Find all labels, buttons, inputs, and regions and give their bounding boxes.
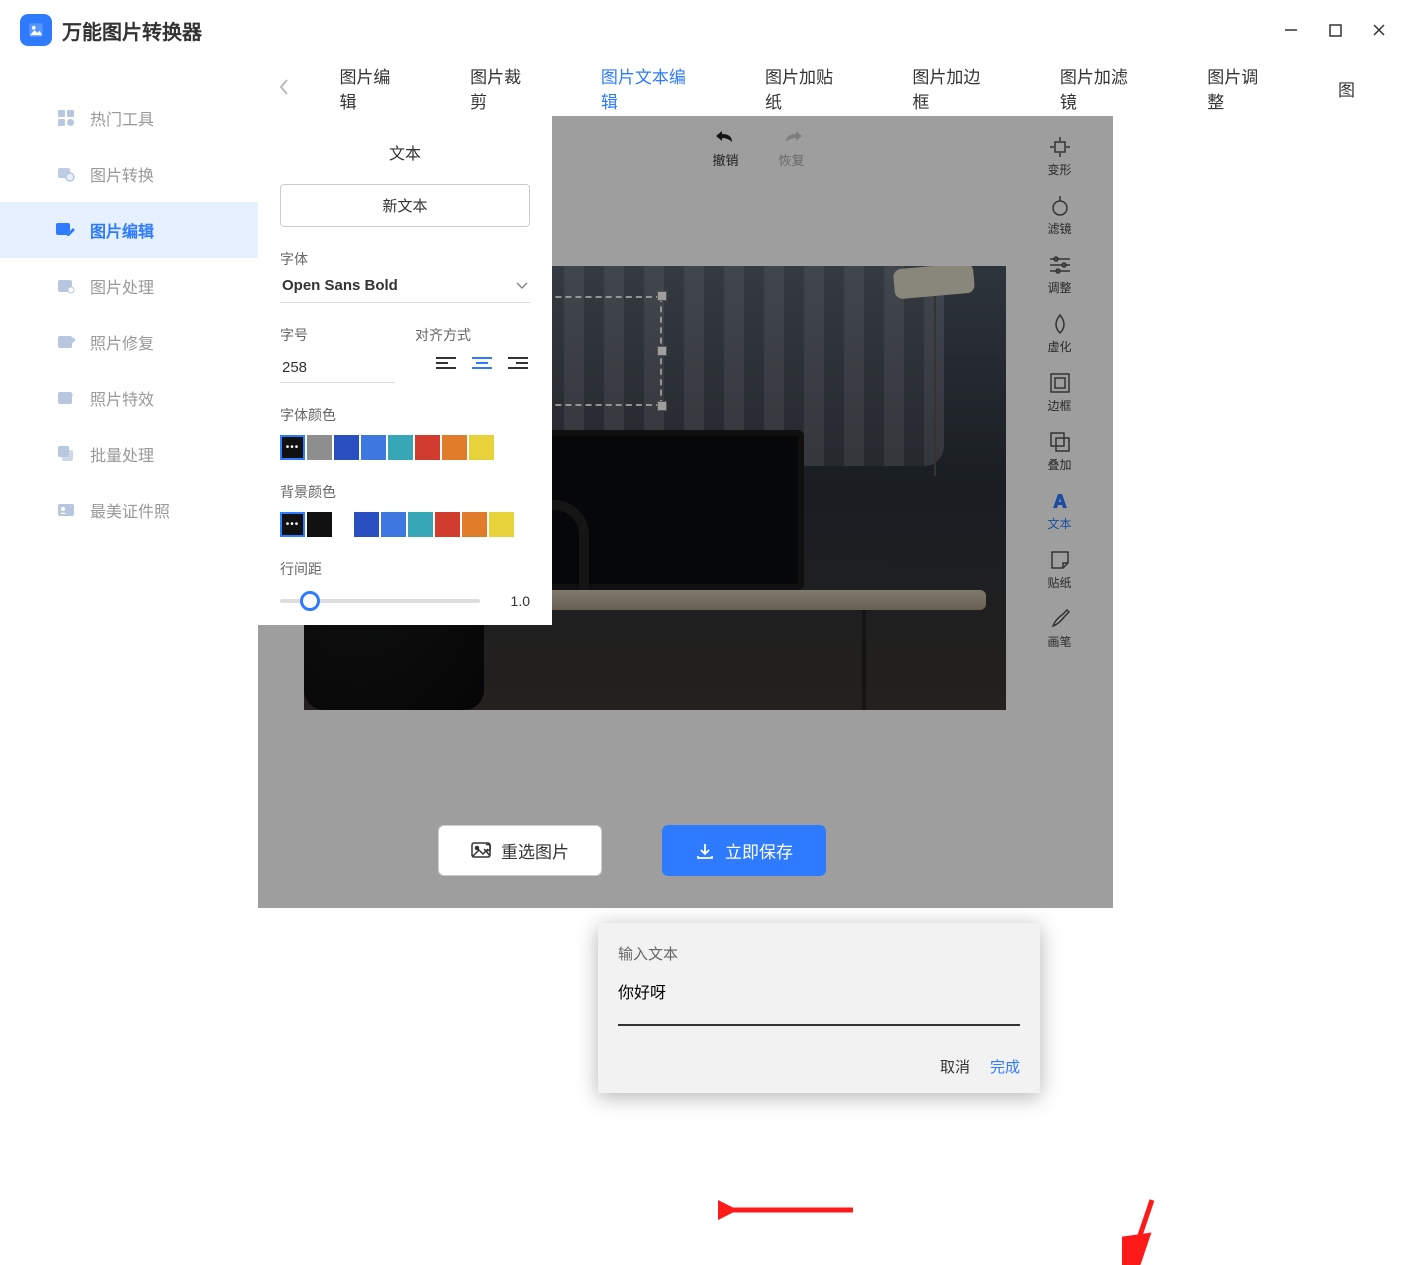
color-swatch[interactable] (469, 435, 494, 460)
sidebar: 热门工具 图片转换 图片编辑 图片处理 照片修复 照片特效 批量处理 最美证件照 (0, 60, 258, 908)
align-label: 对齐方式 (415, 325, 530, 345)
sidebar-item-label: 最美证件照 (90, 498, 170, 522)
align-center-button[interactable] (470, 353, 494, 373)
idphoto-icon (56, 500, 76, 520)
sidebar-item-label: 图片处理 (90, 274, 154, 298)
chevron-down-icon (516, 282, 528, 290)
repair-icon (56, 332, 76, 352)
align-left-button[interactable] (434, 353, 458, 373)
size-label: 字号 (280, 325, 395, 345)
line-spacing-value: 1.0 (490, 593, 530, 609)
slider-thumb[interactable] (300, 591, 320, 611)
input-text-dialog: 输入文本 取消 完成 (598, 923, 1040, 1093)
download-icon (695, 842, 715, 860)
reselect-image-button[interactable]: 重选图片 (438, 825, 602, 876)
font-label: 字体 (280, 249, 530, 269)
minimize-button[interactable] (1283, 22, 1299, 38)
color-swatch[interactable] (489, 512, 514, 537)
new-text-button[interactable]: 新文本 (280, 184, 530, 227)
tabs: 图片编辑 图片裁剪 图片文本编辑 图片加贴纸 图片加边框 图片加滤镜 图片调整 … (258, 60, 1407, 116)
image-icon (471, 842, 491, 860)
close-button[interactable] (1371, 22, 1387, 38)
sidebar-item-convert[interactable]: 图片转换 (0, 146, 258, 202)
tab-label: 图片加边框 (912, 68, 980, 112)
tab-label: 图片加贴纸 (765, 68, 833, 112)
sidebar-item-label: 照片特效 (90, 386, 154, 410)
sidebar-item-batch[interactable]: 批量处理 (0, 426, 258, 482)
window-controls (1283, 22, 1387, 38)
sidebar-item-label: 照片修复 (90, 330, 154, 354)
tab-label: 图片编辑 (339, 68, 390, 112)
color-swatch[interactable] (408, 512, 433, 537)
font-value: Open Sans Bold (282, 277, 398, 294)
sidebar-item-label: 批量处理 (90, 442, 154, 466)
sidebar-item-idphoto[interactable]: 最美证件照 (0, 482, 258, 538)
color-swatch[interactable] (388, 435, 413, 460)
font-color-swatches: ••• (280, 435, 530, 460)
color-swatch[interactable] (381, 512, 406, 537)
button-label: 重选图片 (501, 838, 569, 863)
sidebar-item-label: 图片转换 (90, 162, 154, 186)
color-swatch[interactable] (354, 512, 379, 537)
dialog-title: 输入文本 (618, 943, 1020, 964)
font-color-label: 字体颜色 (280, 405, 530, 425)
maximize-button[interactable] (1327, 22, 1343, 38)
color-swatch[interactable] (415, 435, 440, 460)
content: 图片编辑 图片裁剪 图片文本编辑 图片加贴纸 图片加边框 图片加滤镜 图片调整 … (258, 60, 1407, 908)
workarea: 返回 撤销 恢复 (258, 116, 1407, 908)
color-swatch[interactable] (361, 435, 386, 460)
sidebar-item-edit[interactable]: 图片编辑 (0, 202, 258, 258)
bg-color-label: 背景颜色 (280, 482, 530, 502)
button-label: 立即保存 (725, 838, 793, 863)
text-properties-panel: 文本 新文本 字体 Open Sans Bold 字号 258 对齐方式 (258, 116, 552, 625)
bg-color-swatches: ••• (280, 512, 530, 537)
color-swatch[interactable] (435, 512, 460, 537)
font-select[interactable]: Open Sans Bold (280, 269, 530, 303)
tab-label: 图片加滤镜 (1060, 68, 1128, 112)
edit-icon (56, 220, 76, 240)
tab-label: 图片调整 (1207, 68, 1258, 112)
line-spacing-slider[interactable] (280, 599, 480, 603)
annotation-arrow-2 (1122, 1195, 1162, 1265)
batch-icon (56, 444, 76, 464)
tab-label: 图片裁剪 (470, 68, 521, 112)
save-button[interactable]: 立即保存 (662, 825, 826, 876)
color-swatch[interactable] (307, 512, 332, 537)
grid-icon (56, 108, 76, 128)
convert-icon (56, 164, 76, 184)
process-icon (56, 276, 76, 296)
tab-label: 图片文本编辑 (601, 68, 686, 112)
font-size-input[interactable]: 258 (280, 353, 395, 383)
app-title: 万能图片转换器 (62, 16, 202, 45)
cancel-button[interactable]: 取消 (940, 1056, 970, 1077)
color-swatch[interactable] (307, 435, 332, 460)
align-right-button[interactable] (506, 353, 530, 373)
color-swatch[interactable] (334, 435, 359, 460)
line-spacing-label: 行间距 (280, 559, 530, 579)
sidebar-item-label: 热门工具 (90, 106, 154, 130)
effects-icon (56, 388, 76, 408)
sidebar-item-hot-tools[interactable]: 热门工具 (0, 90, 258, 146)
color-swatch[interactable] (462, 512, 487, 537)
app-logo (20, 14, 52, 46)
annotation-arrow-1 (718, 1195, 858, 1225)
color-swatch[interactable] (442, 435, 467, 460)
swatch-more[interactable]: ••• (280, 435, 305, 460)
sidebar-item-process[interactable]: 图片处理 (0, 258, 258, 314)
swatch-more[interactable]: ••• (280, 512, 305, 537)
tab-more[interactable]: 图 (1306, 62, 1387, 115)
text-input[interactable] (618, 976, 1020, 1026)
panel-title: 文本 (280, 132, 530, 168)
sidebar-item-repair[interactable]: 照片修复 (0, 314, 258, 370)
tabs-back-button[interactable] (278, 78, 307, 99)
sidebar-item-effects[interactable]: 照片特效 (0, 370, 258, 426)
sidebar-item-label: 图片编辑 (90, 218, 154, 242)
confirm-button[interactable]: 完成 (990, 1056, 1020, 1077)
tab-label: 图 (1338, 81, 1355, 100)
